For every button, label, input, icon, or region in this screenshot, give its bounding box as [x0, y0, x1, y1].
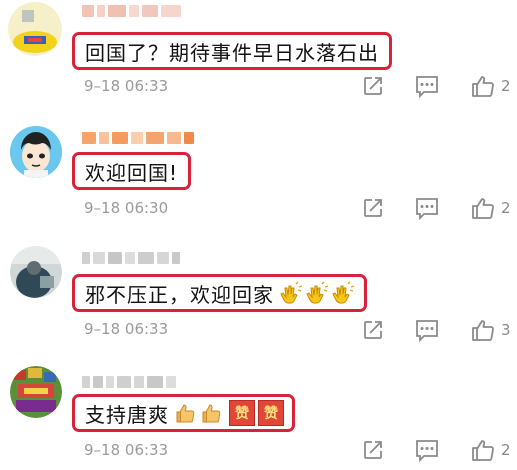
like-button[interactable]	[470, 196, 496, 222]
comment-reply-button[interactable]	[414, 438, 440, 464]
comment-icon	[416, 440, 438, 462]
share-icon	[364, 321, 382, 339]
avatar[interactable]	[10, 246, 62, 298]
thumbs-up-icon	[472, 76, 494, 97]
comment-reply-button[interactable]	[414, 74, 440, 100]
share-button[interactable]	[361, 438, 387, 464]
comment-icon	[416, 76, 438, 98]
comment-text-content: 支持唐爽	[85, 402, 169, 427]
thumbs-up-emoji-icon	[175, 401, 197, 425]
like-button[interactable]	[470, 438, 496, 464]
comment-timestamp: 9–18 06:33	[84, 441, 169, 459]
like-count: 2	[501, 441, 511, 459]
username-blurred[interactable]	[82, 130, 194, 146]
share-button[interactable]	[361, 196, 387, 222]
comment-icon	[416, 320, 438, 342]
share-button[interactable]	[361, 74, 387, 100]
share-icon	[364, 199, 382, 217]
zan-badge-icon: 赞	[229, 400, 255, 426]
clapping-hands-icon	[304, 280, 330, 306]
comment-icon	[416, 198, 438, 220]
comment-text-content: 邪不压正，欢迎回家	[85, 282, 274, 307]
comment-reply-button[interactable]	[414, 196, 440, 222]
clapping-hands-icon	[278, 280, 304, 306]
comment-timestamp: 9–18 06:33	[84, 320, 169, 338]
avatar[interactable]	[10, 126, 62, 178]
username-blurred[interactable]	[82, 374, 176, 390]
like-count: 2	[501, 199, 511, 217]
thumbs-up-icon	[472, 198, 494, 219]
comment-reply-button[interactable]	[414, 318, 440, 344]
share-icon	[364, 441, 382, 459]
share-button[interactable]	[361, 318, 387, 344]
comment-text: 欢迎回国!	[72, 152, 192, 190]
username-blurred[interactable]	[82, 250, 180, 266]
comment-text: 支持唐爽 赞 赞	[72, 394, 295, 432]
zan-badge-icon: 赞	[258, 400, 284, 426]
avatar[interactable]	[10, 366, 62, 418]
comment-timestamp: 9–18 06:30	[84, 199, 169, 217]
comment-timestamp: 9–18 06:33	[84, 77, 169, 95]
comment-text: 邪不压正，欢迎回家	[72, 274, 367, 312]
like-count: 2	[501, 77, 511, 95]
like-button[interactable]	[470, 74, 496, 100]
share-icon	[364, 77, 382, 95]
like-count: 3	[501, 321, 511, 339]
thumbs-up-icon	[472, 320, 494, 341]
comment-text: 回国了？期待事件早日水落石出	[72, 32, 392, 70]
like-button[interactable]	[470, 318, 496, 344]
clapping-hands-icon	[330, 280, 356, 306]
avatar[interactable]	[8, 2, 62, 56]
username-blurred[interactable]	[82, 3, 181, 19]
thumbs-up-icon	[472, 440, 494, 461]
thumbs-up-emoji-icon	[201, 401, 223, 425]
